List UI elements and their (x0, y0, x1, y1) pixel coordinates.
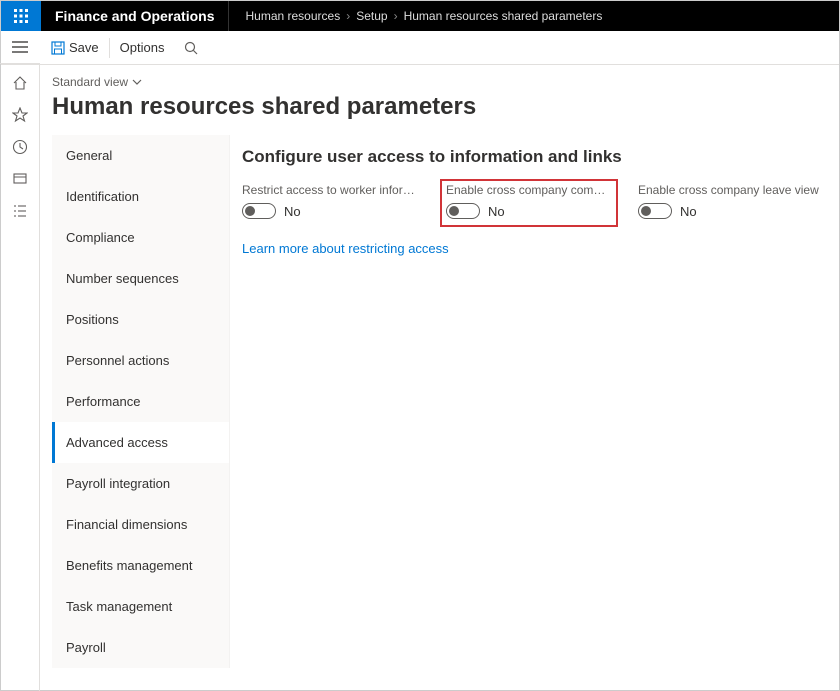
page-title: Human resources shared parameters (52, 93, 828, 121)
sidenav-item-payroll[interactable]: Payroll (52, 627, 229, 668)
toggle-restrict-worker-info[interactable] (242, 203, 276, 219)
side-nav: General Identification Compliance Number… (52, 135, 230, 668)
main-content: Standard view Human resources shared par… (40, 64, 840, 691)
settings-pane: Configure user access to information and… (230, 135, 828, 668)
toggle-value: No (680, 204, 697, 219)
sidenav-item-performance[interactable]: Performance (52, 381, 229, 422)
field-cross-company-comp: Enable cross company compensa... No (440, 179, 618, 227)
pane-heading: Configure user access to information and… (242, 147, 820, 167)
sidenav-item-number-sequences[interactable]: Number sequences (52, 258, 229, 299)
chevron-down-icon (132, 79, 142, 86)
options-button[interactable]: Options (110, 31, 175, 65)
star-icon[interactable] (11, 106, 29, 124)
save-icon (51, 41, 65, 55)
learn-more-link[interactable]: Learn more about restricting access (242, 241, 449, 256)
toggle-cross-company-leave[interactable] (638, 203, 672, 219)
breadcrumb-item[interactable]: Human resources shared parameters (404, 9, 603, 23)
chevron-right-icon: › (346, 9, 350, 23)
breadcrumb-item[interactable]: Setup (356, 9, 387, 23)
view-label: Standard view (52, 75, 128, 89)
sidenav-item-financial-dimensions[interactable]: Financial dimensions (52, 504, 229, 545)
sidenav-item-positions[interactable]: Positions (52, 299, 229, 340)
toggle-cross-company-comp[interactable] (446, 203, 480, 219)
chevron-right-icon: › (394, 9, 398, 23)
search-icon (184, 41, 198, 55)
toggle-value: No (284, 204, 301, 219)
home-icon[interactable] (11, 74, 29, 92)
sidenav-item-general[interactable]: General (52, 135, 229, 176)
toggle-value: No (488, 204, 505, 219)
clock-icon[interactable] (11, 138, 29, 156)
sidenav-item-advanced-access[interactable]: Advanced access (52, 422, 229, 463)
view-selector[interactable]: Standard view (52, 75, 142, 89)
save-label: Save (69, 40, 99, 55)
brand-label: Finance and Operations (41, 1, 229, 31)
field-label: Enable cross company leave view (638, 183, 820, 197)
sidenav-item-task-management[interactable]: Task management (52, 586, 229, 627)
action-bar: Save Options (1, 31, 839, 65)
field-label: Enable cross company compensa... (446, 183, 610, 197)
field-cross-company-leave: Enable cross company leave view No (638, 183, 820, 223)
app-launcher-icon[interactable] (1, 1, 41, 31)
sidenav-item-payroll-integration[interactable]: Payroll integration (52, 463, 229, 504)
sidenav-item-identification[interactable]: Identification (52, 176, 229, 217)
sidenav-item-benefits-management[interactable]: Benefits management (52, 545, 229, 586)
sidenav-item-personnel-actions[interactable]: Personnel actions (52, 340, 229, 381)
workspace-icon[interactable] (11, 170, 29, 188)
save-button[interactable]: Save (41, 31, 109, 65)
field-restrict-worker-info: Restrict access to worker informa... No (242, 183, 424, 223)
breadcrumb[interactable]: Human resources › Setup › Human resource… (229, 9, 602, 23)
modules-icon[interactable] (11, 202, 29, 220)
hamburger-toggle[interactable] (0, 30, 40, 64)
sidenav-item-compliance[interactable]: Compliance (52, 217, 229, 258)
options-label: Options (120, 40, 165, 55)
left-rail (0, 64, 40, 691)
top-bar: Finance and Operations Human resources ›… (1, 1, 839, 31)
search-button[interactable] (174, 31, 208, 65)
breadcrumb-item[interactable]: Human resources (245, 9, 340, 23)
field-label: Restrict access to worker informa... (242, 183, 424, 197)
